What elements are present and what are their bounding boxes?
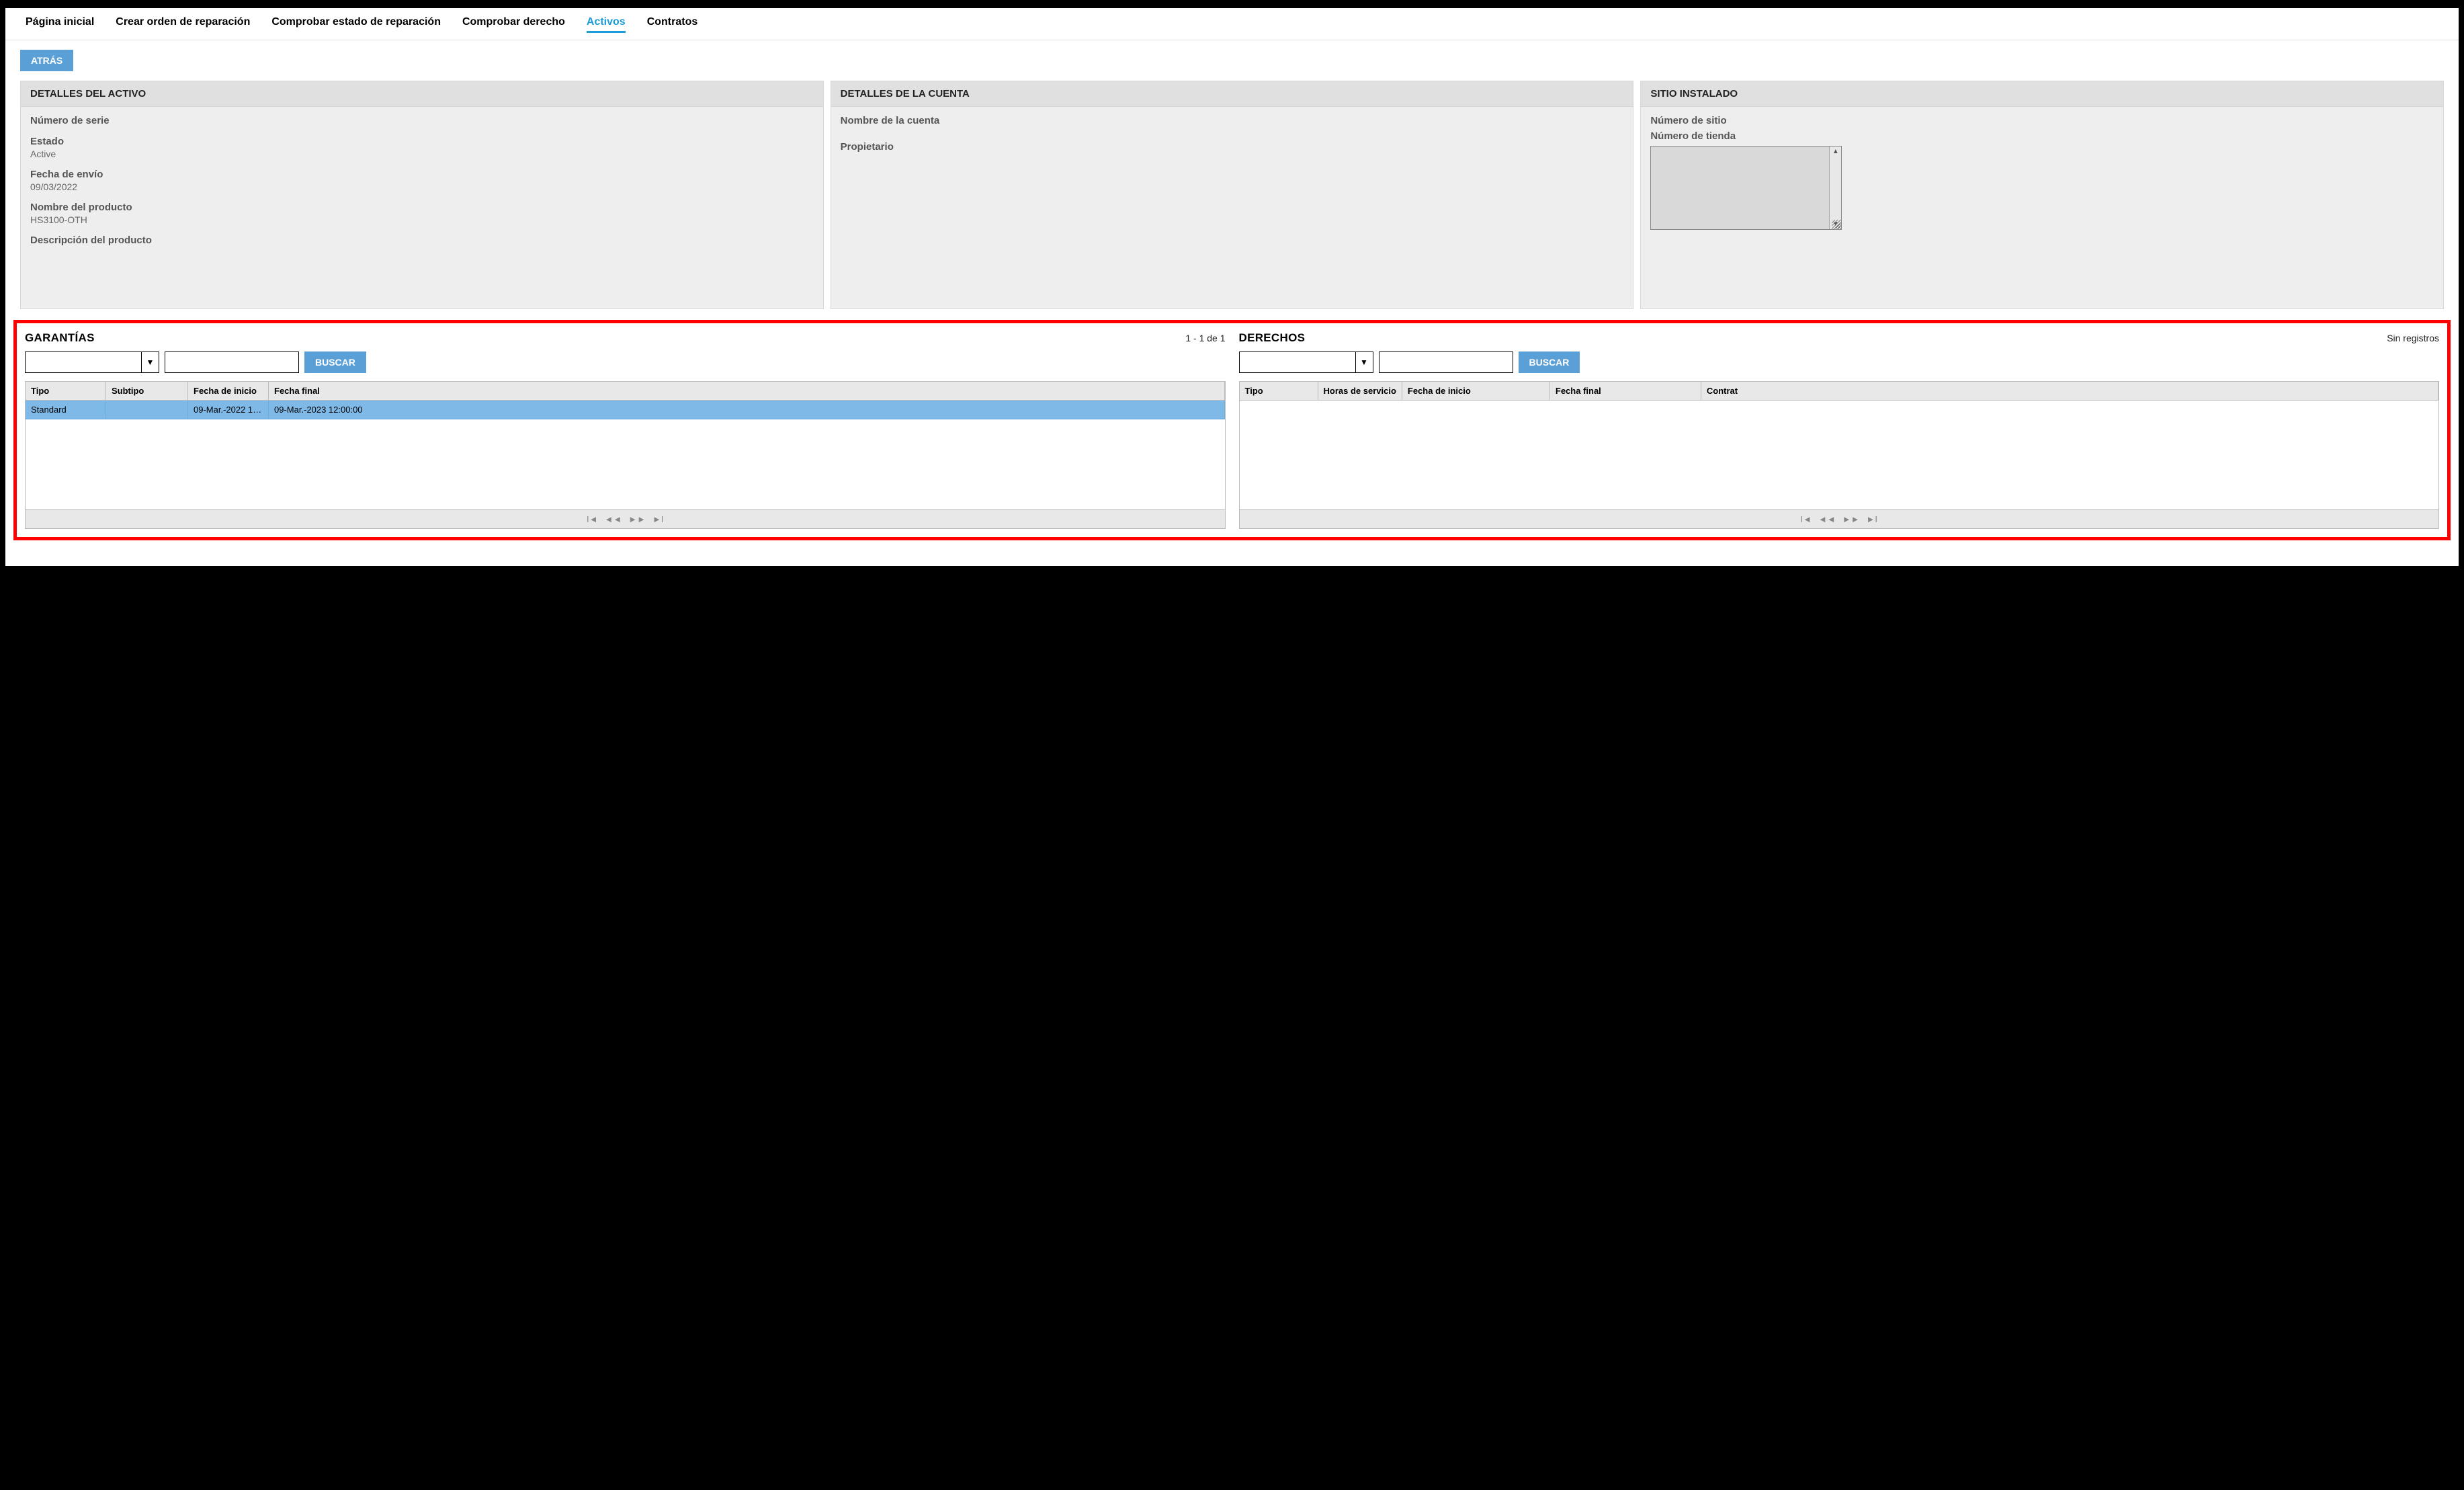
col-contrato[interactable]: Contrat	[1701, 382, 2438, 400]
chevron-down-icon[interactable]: ▼	[141, 352, 159, 372]
pager-first-icon[interactable]: І◄	[1801, 514, 1812, 524]
shipdate-label: Fecha de envío	[30, 169, 814, 180]
entitlements-filter-input[interactable]	[1379, 351, 1513, 373]
tab-contratos[interactable]: Contratos	[647, 16, 698, 33]
account-panel-title: DETALLES DE LA CUENTA	[831, 81, 1633, 107]
col-fecha-inicio[interactable]: Fecha de inicio	[1402, 382, 1550, 400]
col-subtipo[interactable]: Subtipo	[106, 382, 188, 400]
desc-label: Descripción del producto	[30, 235, 814, 246]
entitlements-table: Tipo Horas de servicio Fecha de inicio F…	[1239, 381, 2440, 529]
account-owner-label: Propietario	[841, 141, 1624, 153]
tab-activos[interactable]: Activos	[587, 16, 626, 33]
warranties-pager: І◄ ◄◄ ►► ►І	[26, 509, 1225, 528]
pager-last-icon[interactable]: ►І	[1866, 514, 1877, 524]
entitlements-section: DERECHOS Sin registros ▼ BUSCAR Tipo Hor…	[1239, 331, 2440, 529]
site-panel-body: Número de sitio Número de tienda ▲ ▼	[1641, 107, 2443, 238]
detail-panels: DETALLES DEL ACTIVO Número de serie Esta…	[20, 81, 2444, 309]
cell-fecha-inicio: 09-Mar.-2022 12:...	[188, 401, 269, 419]
tab-pagina-inicial[interactable]: Página inicial	[26, 16, 94, 33]
app-frame: Página inicial Crear orden de reparación…	[5, 8, 2459, 566]
storenum-label: Número de tienda	[1650, 130, 2434, 142]
warranties-section: GARANTÍAS 1 - 1 de 1 ▼ BUSCAR Tipo Subti…	[25, 331, 1226, 529]
warranties-filter-input[interactable]	[165, 351, 299, 373]
tab-comprobar-derecho[interactable]: Comprobar derecho	[462, 16, 565, 33]
cell-fecha-final: 09-Mar.-2023 12:00:00	[269, 401, 1225, 419]
cell-tipo: Standard	[26, 401, 106, 419]
warranties-title: GARANTÍAS	[25, 331, 95, 345]
account-panel-body: Nombre de la cuenta Propietario	[831, 107, 1633, 170]
store-listbox[interactable]: ▲ ▼	[1650, 146, 1842, 230]
entitlements-filter-select[interactable]: ▼	[1239, 351, 1373, 373]
back-button[interactable]: ATRÁS	[20, 50, 73, 71]
nav-tabs: Página inicial Crear orden de reparación…	[5, 8, 2459, 40]
col-tipo[interactable]: Tipo	[1240, 382, 1318, 400]
col-fecha-final[interactable]: Fecha final	[269, 382, 1225, 400]
highlighted-region: GARANTÍAS 1 - 1 de 1 ▼ BUSCAR Tipo Subti…	[13, 320, 2451, 540]
tab-comprobar-estado[interactable]: Comprobar estado de reparación	[271, 16, 441, 33]
site-panel: SITIO INSTALADO Número de sitio Número d…	[1640, 81, 2444, 309]
col-horas-servicio[interactable]: Horas de servicio	[1318, 382, 1402, 400]
asset-panel-body: Número de serie Estado Active Fecha de e…	[21, 107, 823, 263]
entitlements-body	[1240, 401, 2439, 509]
site-panel-title: SITIO INSTALADO	[1641, 81, 2443, 107]
pager-next-icon[interactable]: ►►	[1842, 514, 1860, 524]
asset-panel: DETALLES DEL ACTIVO Número de serie Esta…	[20, 81, 824, 309]
entitlements-columns: Tipo Horas de servicio Fecha de inicio F…	[1240, 382, 2439, 401]
pager-prev-icon[interactable]: ◄◄	[1818, 514, 1836, 524]
shipdate-value: 09/03/2022	[30, 181, 814, 192]
pager-last-icon[interactable]: ►І	[652, 514, 663, 524]
warranties-columns: Tipo Subtipo Fecha de inicio Fecha final	[26, 382, 1225, 401]
scroll-up-icon[interactable]: ▲	[1832, 147, 1839, 157]
warranties-search-row: ▼ BUSCAR	[25, 351, 1226, 373]
product-label: Nombre del producto	[30, 202, 814, 213]
warranties-filter-select[interactable]: ▼	[25, 351, 159, 373]
cell-subtipo	[106, 401, 188, 419]
entitlements-search-button[interactable]: BUSCAR	[1519, 351, 1580, 373]
warranties-search-button[interactable]: BUSCAR	[304, 351, 366, 373]
warranties-table: Tipo Subtipo Fecha de inicio Fecha final…	[25, 381, 1226, 529]
entitlements-title: DERECHOS	[1239, 331, 1306, 345]
warranties-body: Standard 09-Mar.-2022 12:... 09-Mar.-202…	[26, 401, 1225, 509]
entitlements-count: Sin registros	[2387, 333, 2439, 343]
status-value: Active	[30, 149, 814, 159]
serial-label: Número de serie	[30, 115, 814, 126]
col-tipo[interactable]: Tipo	[26, 382, 106, 400]
pager-prev-icon[interactable]: ◄◄	[605, 514, 622, 524]
store-listbox-scrollbar[interactable]: ▲ ▼	[1829, 147, 1841, 229]
scroll-down-icon[interactable]: ▼	[1832, 219, 1839, 229]
table-row[interactable]: Standard 09-Mar.-2022 12:... 09-Mar.-202…	[26, 401, 1225, 419]
entitlements-pager: І◄ ◄◄ ►► ►І	[1240, 509, 2439, 528]
sitenum-label: Número de sitio	[1650, 115, 2434, 126]
pager-next-icon[interactable]: ►►	[628, 514, 646, 524]
resize-handle-icon[interactable]	[1832, 220, 1841, 229]
chevron-down-icon[interactable]: ▼	[1355, 352, 1373, 372]
account-name-label: Nombre de la cuenta	[841, 115, 1624, 126]
account-panel: DETALLES DE LA CUENTA Nombre de la cuent…	[831, 81, 1634, 309]
col-fecha-final[interactable]: Fecha final	[1550, 382, 1701, 400]
warranties-count: 1 - 1 de 1	[1185, 333, 1225, 343]
content-area: ATRÁS DETALLES DEL ACTIVO Número de seri…	[5, 40, 2459, 550]
entitlements-search-row: ▼ BUSCAR	[1239, 351, 2440, 373]
asset-panel-title: DETALLES DEL ACTIVO	[21, 81, 823, 107]
col-fecha-inicio[interactable]: Fecha de inicio	[188, 382, 269, 400]
status-label: Estado	[30, 136, 814, 147]
pager-first-icon[interactable]: І◄	[587, 514, 597, 524]
product-value: HS3100-OTH	[30, 214, 814, 225]
tab-crear-orden[interactable]: Crear orden de reparación	[116, 16, 250, 33]
